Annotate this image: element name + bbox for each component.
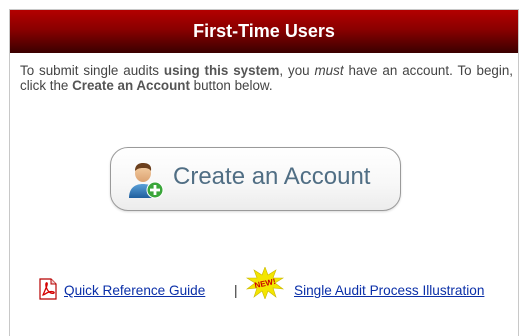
intro-text-part: button below. [189,78,273,93]
intro-text: To submit single audits using this syste… [20,63,513,93]
new-burst-icon: NEW! [245,267,285,299]
panel-title: First-Time Users [193,21,335,41]
create-account-label: Create an Account [173,163,371,190]
intro-text-part: , you [279,63,315,78]
intro-text-part: To submit single audits [20,63,164,78]
intro-emphasis-system: using this system [163,63,280,78]
link-separator: | [234,283,238,298]
panel-header: First-Time Users [10,10,518,53]
intro-emphasis-create: Create an Account [72,78,190,93]
single-audit-process-illustration-link[interactable]: Single Audit Process Illustration [294,283,484,298]
resource-links: Quick Reference Guide | NEW! Single Audi… [37,267,517,304]
user-add-icon [129,163,164,199]
quick-reference-guide-link[interactable]: Quick Reference Guide [64,283,205,298]
first-time-users-panel: First-Time Users To submit single audits… [9,9,519,336]
pdf-icon [39,278,57,300]
intro-emphasis-must: must [314,63,344,78]
create-account-button[interactable]: Create an Account [110,147,401,211]
